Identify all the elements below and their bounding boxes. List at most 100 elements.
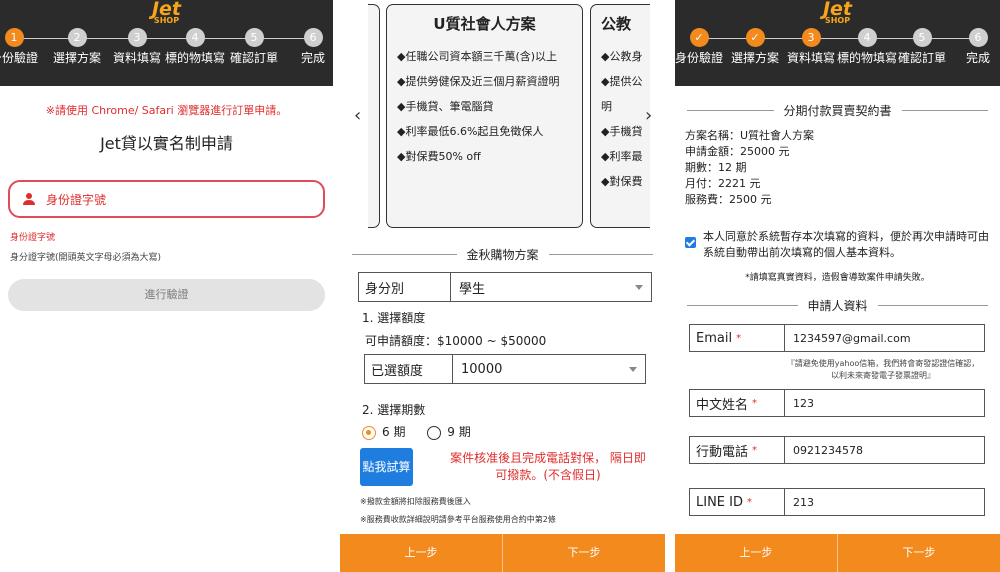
amount-heading: 1. 選擇額度 [362,311,426,325]
prev-button[interactable]: 上一步 [340,534,502,572]
contract-line: 申請金額：25000 元 [685,145,790,158]
footer-nav: 上一步 下一步 [340,534,665,572]
step-4: 4 標的物填寫 [837,28,897,65]
chevron-down-icon [629,366,637,372]
id-number-placeholder: 身份證字號 [46,192,107,207]
next-button[interactable]: 下一步 [502,534,665,572]
section-title: 金秋購物方案 [466,248,539,262]
step-2: ✓ 選擇方案 [725,28,785,65]
footer-nav: 上一步 下一步 [675,534,1000,572]
name-value: 123 [793,396,814,410]
jet-shop-logo: Jet SHOP [151,0,182,25]
agree-text: 本人同意於系統暫存本次填寫的資料，便於再次申請時可由系統自動帶出前次填寫的個人基… [703,230,989,259]
section-divider: 分期付款買賣契約書 [687,102,989,119]
amount-range: 可申請額度：$10000 ~ $50000 [365,334,547,348]
step-label: 選擇方案 [730,51,779,65]
plan-card-civil-servant[interactable]: 公教 ◆公教身 ◆提供公 明 ◆手機貸 ◆利率最 ◆對保費 [590,4,650,228]
email-label: Email * [690,325,785,351]
step-label: 身份驗證 [0,51,38,65]
plan-bullet: ◆對保費50% off [397,150,481,163]
contract-title: 分期付款買賣契約書 [783,104,892,118]
line-id-label: LINE ID * [690,489,785,515]
step-5: 5 確認訂單 [892,28,952,65]
step-label: 完成 [300,51,325,65]
stepper-header: JetSHOP 1身份驗證 2選擇方案 3資料填寫 4標的物填寫 5確認訂單 6… [0,0,333,86]
jet-shop-logo: Jet SHOP [822,0,853,25]
previous-plan-card[interactable] [368,4,380,228]
contract-line: 期數：12 期 [685,161,747,174]
next-button[interactable]: 下一步 [837,534,1000,572]
page-title: Jet貸以實名制申請 [100,134,233,153]
plan-bullet: ◆利率最低6.6%起且免徵保人 [397,125,544,138]
amount-select[interactable]: 已選額度 10000 [364,354,646,384]
plan-card-u-social[interactable]: U質社會人方案 ◆任職公司資本額三千萬(含)以上 ◆提供勞健保及近三個月薪資證明… [386,4,583,228]
applicant-title: 申請人資料 [807,299,868,313]
step-3: 3 資料填寫 [781,28,841,65]
plan-bullet: ◆手機貸 [601,125,643,138]
line-id-value: 213 [793,495,814,509]
payout-note: ※撥款金額將扣除服務費後匯入 [360,497,471,506]
radio-empty-icon [427,425,442,440]
plan-selection-screen: U質社會人方案 ◆任職公司資本額三千萬(含)以上 ◆提供勞健保及近三個月薪資證明… [340,0,665,572]
plan-carousel: U質社會人方案 ◆任職公司資本額三千萬(含)以上 ◆提供勞健保及近三個月薪資證明… [340,0,665,235]
plan-bullet: ◆提供勞健保及近三個月薪資證明 [397,75,560,88]
step-label: 選擇方案 [52,51,101,65]
step-label: 身份驗證 [675,51,723,65]
prev-button[interactable]: 上一步 [675,534,837,572]
id-number-input[interactable]: 身份證字號 [8,180,325,218]
chinese-name-field[interactable]: 中文姓名 * 123 [689,389,985,417]
step-label: 資料填寫 [112,51,161,65]
step-1: 1身份驗證 [0,28,44,65]
identity-select[interactable]: 身分別 學生 [358,272,652,302]
step-label: 確認訂單 [229,51,278,65]
step-6: 6 完成 [948,28,1000,65]
id-number-hint: 身分證字號(開頭英文字母必須為大寫) [10,253,162,263]
phone-value: 0921234578 [793,443,863,457]
approval-message: 案件核准後且完成電話對保， 隔日即可撥款。(不含假日) [450,451,646,482]
line-id-field[interactable]: LINE ID * 213 [689,488,985,516]
truthful-warning: *請填寫真實資料，造假會導致案件申請失敗。 [745,273,930,283]
email-note: 『請避免使用yahoo信箱，我們將會寄發認證信確認，以利未來寄發電子發票證明』 [786,359,980,380]
chevron-left-icon[interactable]: ‹ [354,105,361,126]
section-divider: 金秋購物方案 [352,246,654,263]
checkbox-checked-icon[interactable] [685,237,696,248]
identity-value: 學生 [459,281,486,297]
amount-value: 10000 [461,361,503,377]
plan-card-title: 公教 [601,15,632,33]
step-3: 3 資料填寫 [107,28,167,65]
chevron-down-icon [635,284,643,290]
step-5: 5 確認訂單 [224,28,284,65]
plan-bullet: ◆手機貸、筆電腦貸 [397,100,494,113]
step-label: 資料填寫 [786,51,835,65]
contract-line: 方案名稱：U質社會人方案 [685,129,815,142]
period-heading: 2. 選擇期數 [362,403,426,417]
email-field[interactable]: Email * 1234597@gmail.com [689,324,985,352]
plan-bullet: ◆利率最 [601,150,643,163]
calculate-button[interactable]: 點我試算 [360,448,413,486]
progress-stepper: 1身份驗證 2選擇方案 3資料填寫 4標的物填寫 5確認訂單 6完成 [0,28,325,65]
radio-selected-icon [362,425,376,440]
plan-bullet: ◆任職公司資本額三千萬(含)以上 [397,50,558,63]
period-6-radio[interactable]: 6 期 [362,425,405,440]
browser-notice: ※請使用 Chrome/ Safari 瀏覽器進行訂單申請。 [45,104,288,117]
progress-stepper: ✓ 身份驗證 ✓ 選擇方案 3 資料填寫 4 標的物填寫 5 確認訂單 6 完成 [675,28,992,65]
contract-line: 服務費：2500 元 [685,193,772,206]
check-icon: ✓ [745,28,765,47]
period-9-radio[interactable]: 9 期 [427,425,471,440]
plan-bullet: ◆對保費 [601,175,643,188]
agree-checkbox-row[interactable]: 本人同意於系統暫存本次填寫的資料，便於再次申請時可由系統自動帶出前次填寫的個人基… [685,229,993,261]
email-value: 1234597@gmail.com [793,331,911,345]
plan-bullet: ◆提供公 [601,75,643,88]
stepper-header: Jet SHOP ✓ 身份驗證 ✓ 選擇方案 3 資料填寫 4 標的物填寫 5 確認訂單 6… [675,0,1000,86]
verify-button[interactable]: 進行驗證 [8,279,325,311]
applicant-info-screen: Jet SHOP ✓ 身份驗證 ✓ 選擇方案 3 資料填寫 4 標的物填寫 5 確認訂單 6… [675,0,1000,572]
mobile-phone-field[interactable]: 行動電話 * 0921234578 [689,436,985,464]
step-2: 2 選擇方案 [47,28,107,65]
step-label: 完成 [965,51,990,65]
amount-label: 已選額度 [365,355,453,383]
name-label: 中文姓名 * [690,390,785,416]
contract-summary: 方案名稱：U質社會人方案 申請金額：25000 元 期數：12 期 月付：222… [685,128,814,208]
chevron-right-icon[interactable]: › [645,105,652,126]
person-icon [23,193,35,205]
check-icon: ✓ [689,28,709,47]
